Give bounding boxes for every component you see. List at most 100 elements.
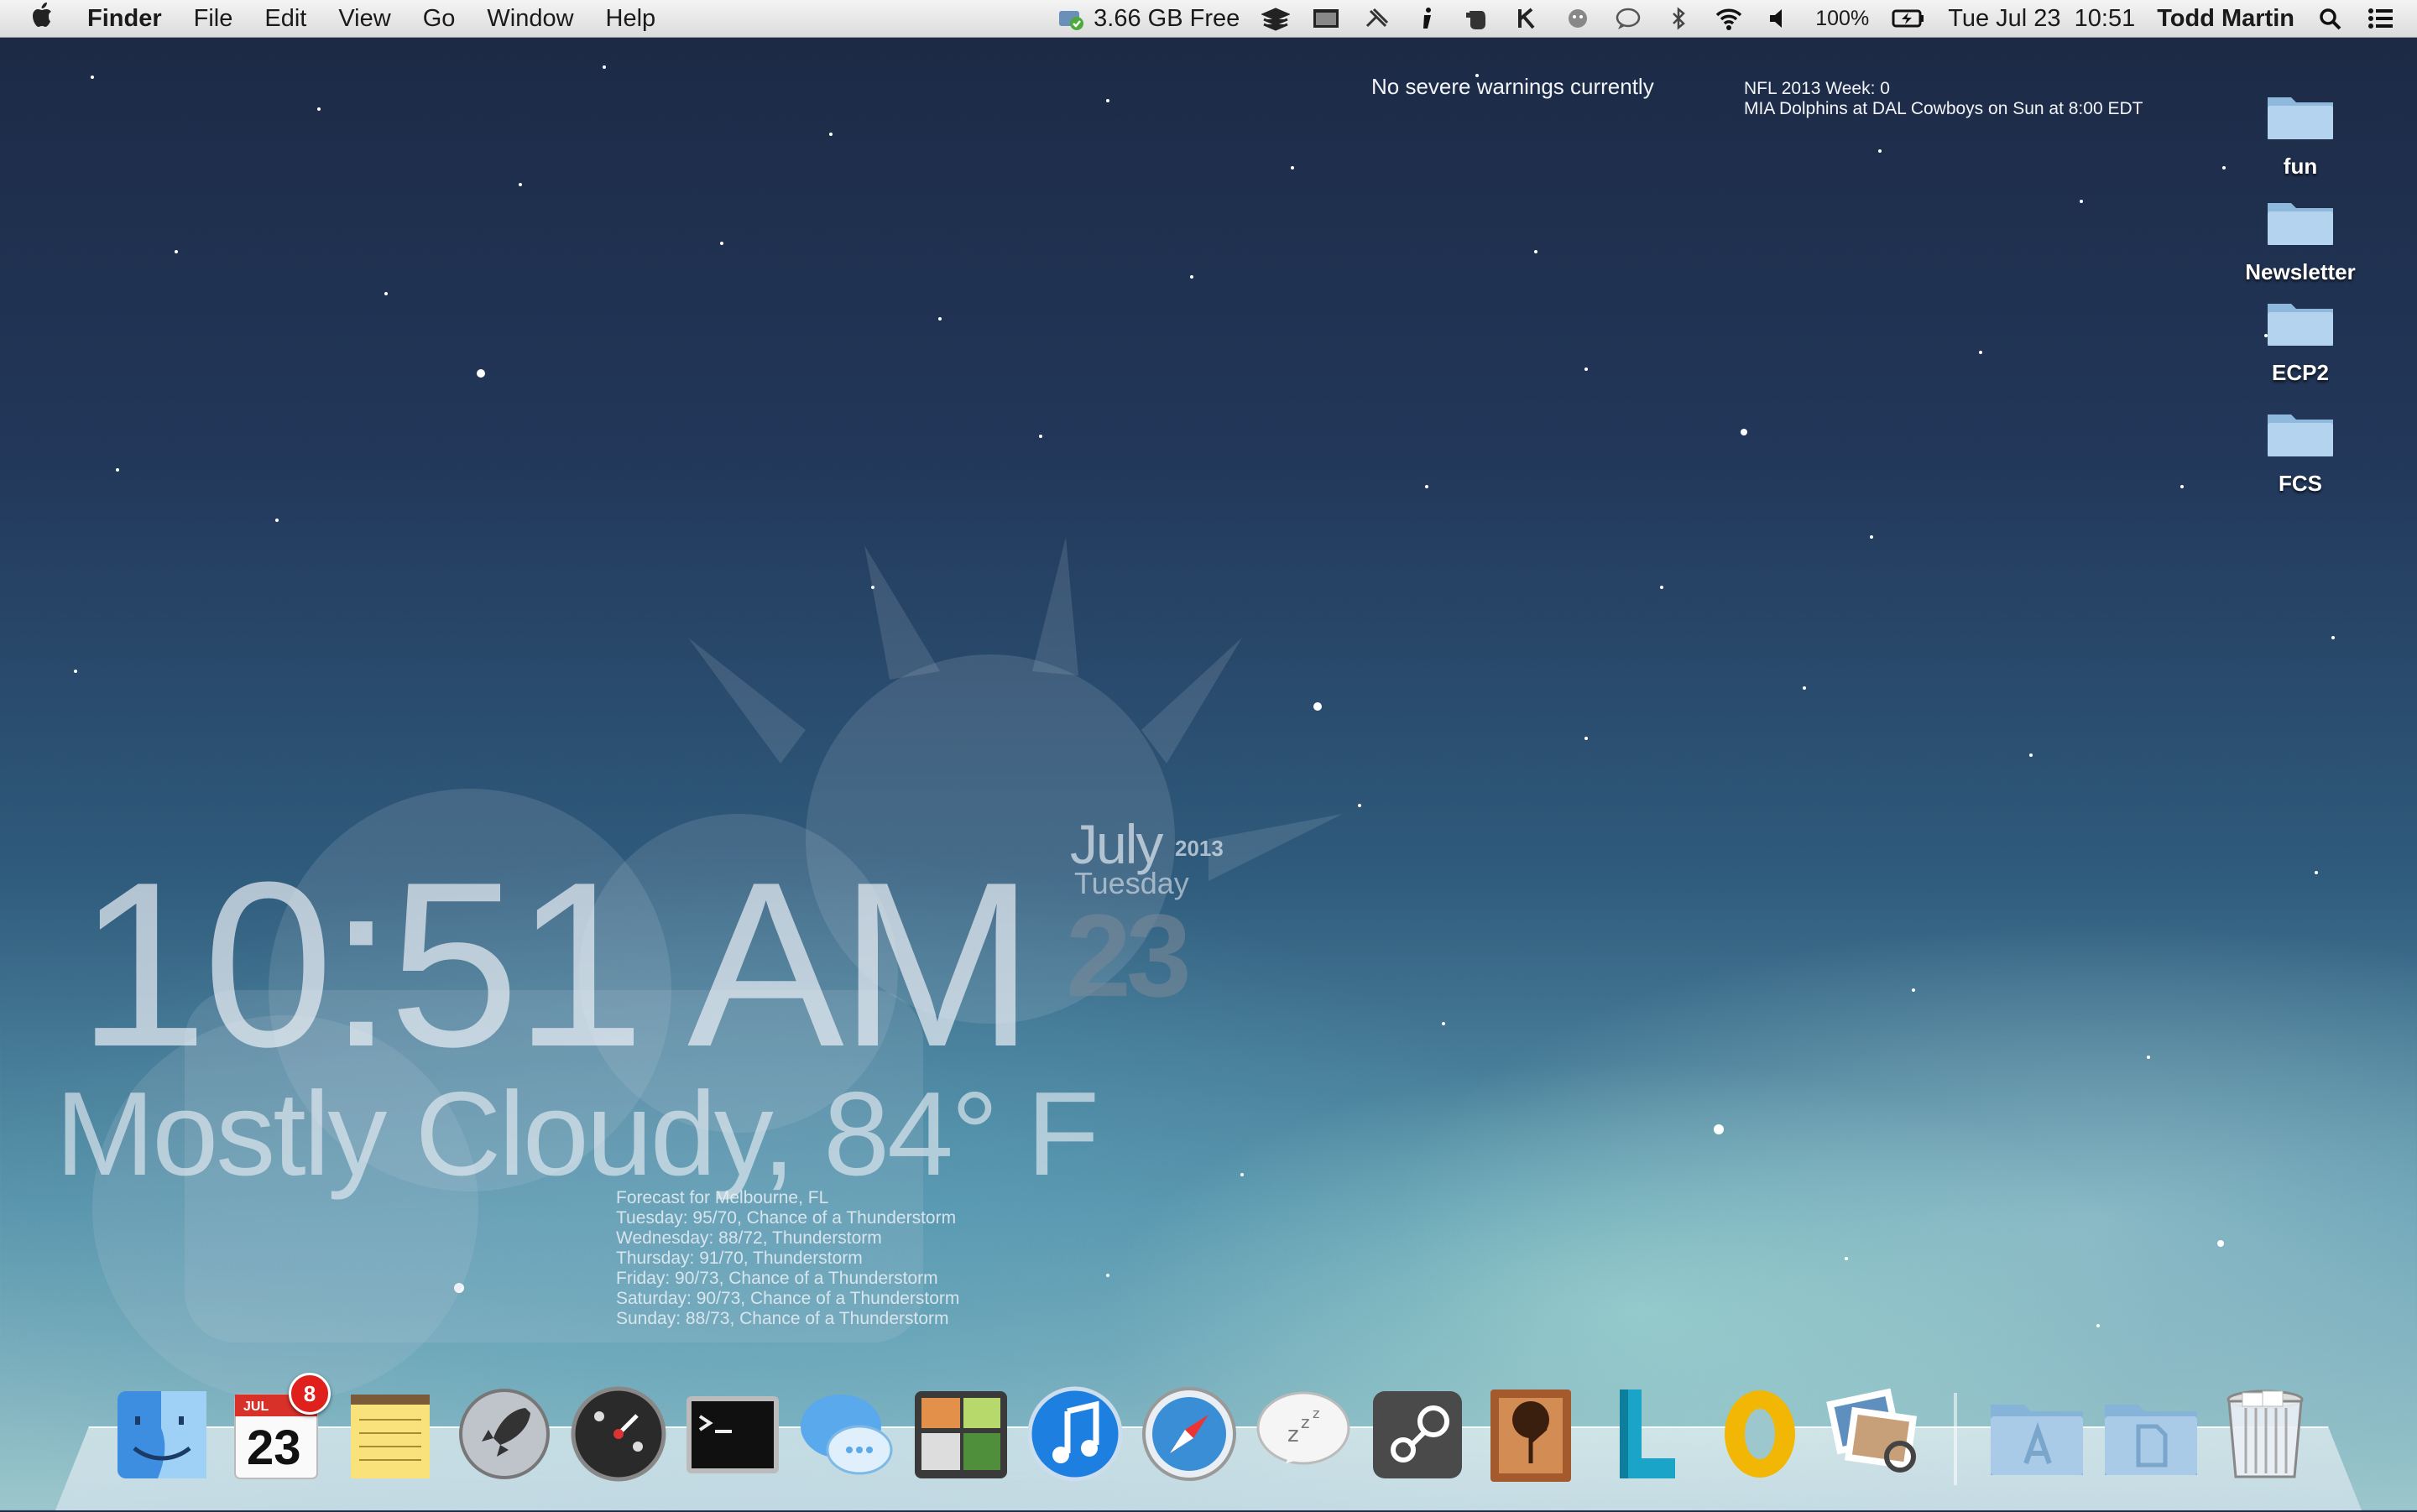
menu-help[interactable]: Help: [606, 5, 656, 33]
svg-text:z: z: [1287, 1422, 1299, 1447]
date-year: 2013: [1175, 836, 1224, 861]
folder-label: fun: [2283, 154, 2318, 179]
documents-folder-icon: [2105, 1405, 2197, 1475]
menu-file[interactable]: File: [194, 5, 233, 33]
letter-l-icon: [1620, 1389, 1675, 1478]
face-icon[interactable]: [1563, 6, 1592, 31]
wifi-icon[interactable]: [1715, 6, 1743, 31]
trash-icon: [2226, 1389, 2304, 1478]
bluetooth-icon[interactable]: [1664, 6, 1693, 31]
dock-notes[interactable]: [339, 1383, 441, 1485]
desktop-folder-newsletter[interactable]: Newsletter: [2229, 195, 2372, 285]
dock-messages[interactable]: [796, 1383, 898, 1485]
folder-label: Newsletter: [2245, 259, 2356, 284]
calendar-month-label: JUL: [243, 1400, 269, 1414]
svg-text:z: z: [1313, 1405, 1319, 1421]
photo-booth-icon: [915, 1391, 1007, 1478]
dock-applications-folder[interactable]: [1986, 1383, 2088, 1485]
desktop-folder-fun[interactable]: fun: [2229, 89, 2372, 180]
layers-icon[interactable]: [1261, 6, 1291, 31]
menu-window[interactable]: Window: [487, 5, 573, 33]
forecast-line: Thursday: 91/70, Thunderstorm: [616, 1249, 863, 1268]
forecast-title: Forecast for Melbourne, FL: [616, 1188, 829, 1207]
safari-compass-icon: [1142, 1387, 1236, 1481]
nfl-game-text: MIA Dolphins at DAL Cowboys on Sun at 8:…: [1744, 99, 2143, 118]
notes-icon: [351, 1395, 430, 1478]
svg-text:z: z: [1301, 1412, 1310, 1432]
dock-terminal[interactable]: [681, 1383, 784, 1485]
messages-icon: [801, 1395, 893, 1475]
notification-center-icon[interactable]: [2367, 6, 2395, 31]
forecast-line: Sunday: 88/73, Chance of a Thunderstorm: [616, 1309, 949, 1328]
weather-forecast: Forecast for Melbourne, FL Tuesday: 95/7…: [616, 1188, 959, 1329]
weather-warnings-text: No severe warnings currently: [1371, 74, 1654, 99]
desktop-folder-ecp2[interactable]: ECP2: [2229, 295, 2372, 386]
dock-steam[interactable]: [1366, 1383, 1469, 1485]
dock-dashboard[interactable]: [567, 1383, 670, 1485]
menu-go[interactable]: Go: [423, 5, 456, 33]
dock-separator: [1954, 1393, 1957, 1485]
dock-preview[interactable]: [1823, 1383, 1925, 1485]
desktop-clock: 10:51 AM: [77, 834, 1035, 1096]
disk-free-label: 3.66 GB Free: [1094, 4, 1240, 32]
folder-label: ECP2: [2272, 360, 2329, 385]
chat-bubble-icon[interactable]: [1614, 6, 1642, 31]
disk-status-item[interactable]: 3.66 GB Free: [1057, 5, 1240, 33]
itunes-icon: [1027, 1386, 1123, 1482]
dock-calendar[interactable]: JUL 23 8: [225, 1373, 331, 1485]
menu-bar: Finder File Edit View Go Window Help 3.6…: [0, 0, 2417, 38]
dock-documents-folder[interactable]: [2100, 1383, 2202, 1485]
battery-percent[interactable]: 100%: [1815, 7, 1869, 31]
weather-conditions: Mostly Cloudy, 84° F: [55, 1067, 1099, 1201]
menu-clock[interactable]: Tue Jul 23 10:51: [1948, 5, 2135, 33]
k-app-icon[interactable]: [1513, 6, 1542, 31]
applications-folder-icon: [1991, 1405, 2083, 1475]
folder-icon: [2268, 203, 2333, 245]
info-icon[interactable]: [1412, 6, 1441, 31]
menu-edit[interactable]: Edit: [264, 5, 306, 33]
family-tree-icon: [1490, 1389, 1571, 1482]
forecast-line: Saturday: 90/73, Chance of a Thunderstor…: [616, 1289, 960, 1308]
letter-o-icon: [1725, 1390, 1795, 1478]
calendar-badge: 8: [289, 1373, 331, 1415]
dock-launchpad[interactable]: [453, 1383, 556, 1485]
date-day: 23: [1066, 889, 1192, 1021]
rocket-icon: [459, 1389, 550, 1479]
forecast-line: Friday: 90/73, Chance of a Thunderstorm: [616, 1269, 938, 1288]
folder-icon: [2268, 304, 2333, 346]
nfl-week-text: NFL 2013 Week: 0: [1744, 79, 1890, 98]
folder-icon: [2268, 414, 2333, 456]
sleep-bubble-icon: zzz: [1256, 1391, 1350, 1465]
dock-safari[interactable]: [1138, 1383, 1240, 1485]
terminal-icon: [686, 1396, 779, 1473]
dock-l-app[interactable]: [1595, 1383, 1697, 1485]
dock-finder[interactable]: [111, 1383, 213, 1485]
dock: JUL 23 8 zzz: [111, 1368, 2316, 1485]
wallpaper-stars: [74, 65, 2335, 1401]
forecast-line: Wednesday: 88/72, Thunderstorm: [616, 1228, 882, 1248]
volume-icon[interactable]: [1765, 6, 1793, 31]
dock-trash[interactable]: [2214, 1383, 2316, 1485]
terminal-menu-icon[interactable]: [1312, 6, 1340, 31]
steam-icon: [1373, 1391, 1462, 1478]
dock-itunes[interactable]: [1024, 1383, 1126, 1485]
evernote-icon[interactable]: [1463, 6, 1491, 31]
calendar-day-label: 23: [247, 1421, 301, 1475]
spotlight-search-icon[interactable]: [2316, 6, 2345, 31]
dock-caffeine[interactable]: zzz: [1252, 1383, 1355, 1485]
menu-view[interactable]: View: [338, 5, 390, 33]
forecast-line: Tuesday: 95/70, Chance of a Thunderstorm: [616, 1208, 957, 1228]
apple-menu-icon[interactable]: [30, 1, 55, 36]
dashboard-icon: [571, 1386, 666, 1482]
dock-family-tree[interactable]: [1480, 1383, 1583, 1485]
dock-o-app[interactable]: [1709, 1383, 1811, 1485]
dock-photo-booth[interactable]: [910, 1383, 1012, 1485]
user-menu[interactable]: Todd Martin: [2157, 5, 2294, 33]
disk-check-icon: [1059, 11, 1084, 30]
desktop-folder-fcs[interactable]: FCS: [2229, 406, 2372, 497]
folder-label: FCS: [2279, 471, 2322, 496]
folder-icon: [2268, 97, 2333, 139]
battery-icon[interactable]: [1891, 6, 1926, 31]
app-name-menu[interactable]: Finder: [87, 5, 162, 33]
satellite-icon[interactable]: [1362, 6, 1391, 31]
